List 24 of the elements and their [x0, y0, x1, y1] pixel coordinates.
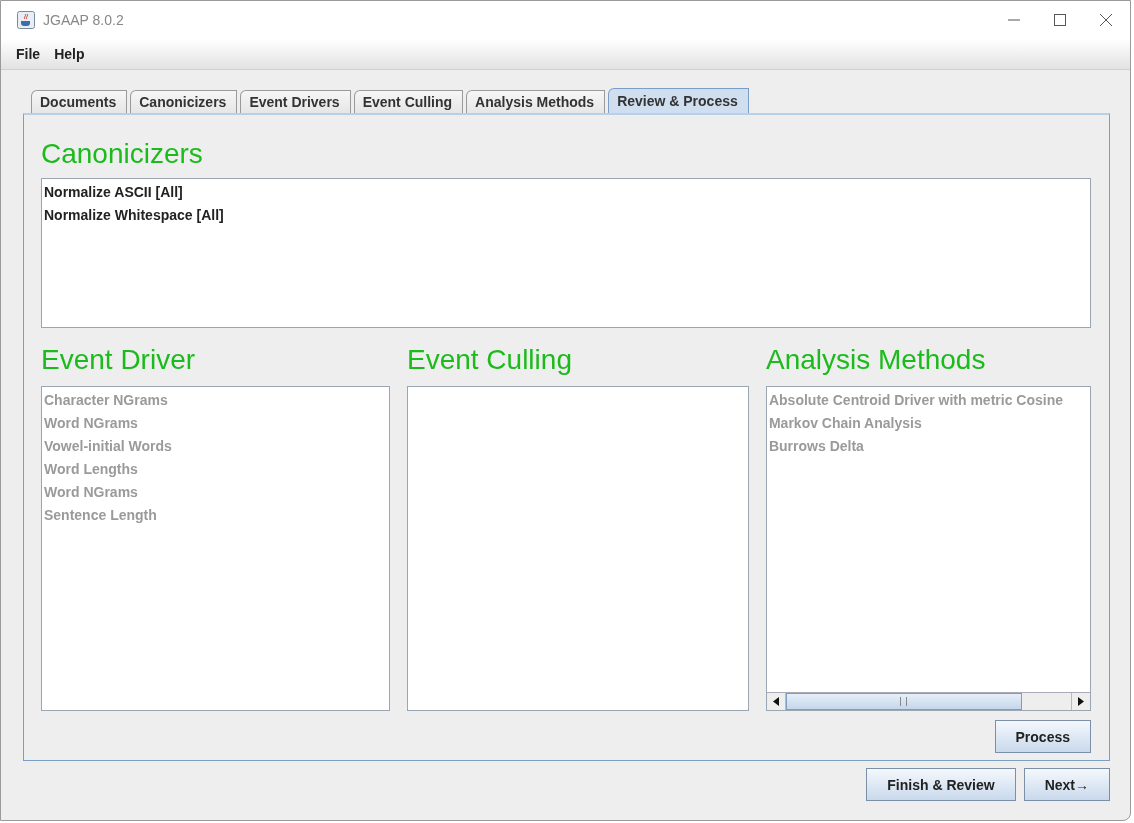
- menu-item[interactable]: Help: [54, 46, 85, 62]
- section-heading: Event Driver: [41, 343, 197, 377]
- close-icon[interactable]: [1100, 14, 1112, 26]
- menu-item[interactable]: File: [16, 46, 41, 62]
- window-title: JGAAP 8.0.2: [43, 12, 124, 28]
- section-heading: Canonicizers: [41, 137, 204, 171]
- list-item[interactable]: Normalize ASCII [All]: [44, 181, 1088, 204]
- process-button[interactable]: Process: [994, 720, 1091, 753]
- right-arrow-icon[interactable]: [1078, 697, 1084, 706]
- tab[interactable]: Canonicizers: [130, 90, 238, 113]
- maximize-icon[interactable]: [1054, 14, 1066, 26]
- tab[interactable]: Analysis Methods: [466, 90, 606, 113]
- section-heading: Event Culling: [406, 343, 573, 377]
- tab[interactable]: Event Drivers: [240, 90, 351, 113]
- section-heading: Analysis Methods: [765, 343, 987, 377]
- tab[interactable]: Review & Process: [608, 88, 749, 113]
- finish-review-button[interactable]: Finish & Review: [866, 768, 1016, 801]
- horizontal-scrollbar[interactable]: [766, 692, 1090, 710]
- next-button[interactable]: Next→: [1023, 768, 1110, 801]
- tab[interactable]: Documents: [31, 90, 128, 113]
- list-item[interactable]: Normalize Whitespace [All]: [44, 204, 1088, 227]
- left-arrow-icon[interactable]: [772, 697, 779, 706]
- tab[interactable]: Event Culling: [353, 90, 464, 113]
- cup-icon: [17, 11, 35, 29]
